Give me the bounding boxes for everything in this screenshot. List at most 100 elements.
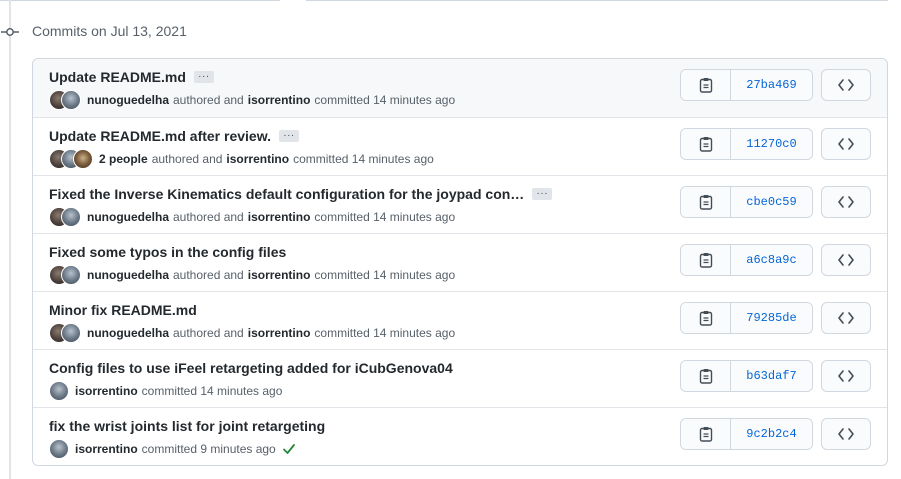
sha-button-group: 79285de xyxy=(680,302,813,334)
tab-underline-right xyxy=(306,0,888,1)
ellipsis-icon[interactable]: ··· xyxy=(193,71,214,83)
commit-title-line: Config files to use iFeel retargeting ad… xyxy=(49,358,453,378)
ellipsis-icon[interactable]: ··· xyxy=(278,130,299,142)
committer-link[interactable]: isorrentino xyxy=(248,326,311,340)
copy-sha-button[interactable] xyxy=(681,361,731,391)
copy-sha-button[interactable] xyxy=(681,187,731,217)
commit-title-link[interactable]: Update README.md after review. xyxy=(49,128,271,144)
sha-button-group: 11270c0 xyxy=(680,128,813,160)
avatar-stack xyxy=(49,90,81,110)
commit-title-line: Minor fix README.md xyxy=(49,300,197,320)
commit-title-line: Fixed some typos in the config files xyxy=(49,242,286,262)
commit-title-link[interactable]: Update README.md xyxy=(49,69,186,85)
commit-author-link[interactable]: nunoguedelha xyxy=(87,268,169,282)
clipboard-icon xyxy=(699,426,713,442)
browse-repository-button[interactable] xyxy=(821,128,871,160)
commit-sha-link[interactable]: 79285de xyxy=(731,303,812,333)
code-icon xyxy=(838,138,854,150)
clipboard-icon xyxy=(699,368,713,384)
clipboard-icon xyxy=(699,252,713,268)
ellipsis-icon[interactable]: ··· xyxy=(532,188,553,200)
avatar-stack xyxy=(49,265,81,285)
commits-date-header: Commits on Jul 13, 2021 xyxy=(32,23,187,39)
commit-row: Fixed the Inverse Kinematics default con… xyxy=(33,175,887,233)
avatar-stack xyxy=(49,207,81,227)
commit-row: Fixed some typos in the config files nun… xyxy=(33,233,887,291)
commit-author-link[interactable]: isorrentino xyxy=(75,442,138,456)
commit-title-link[interactable]: Fixed the Inverse Kinematics default con… xyxy=(49,186,524,202)
authored-text: authored and xyxy=(173,268,244,282)
top-tabs-underline xyxy=(0,0,888,1)
commit-actions: cbe0c59 xyxy=(680,186,871,218)
committed-time: committed 14 minutes ago xyxy=(293,152,434,166)
committer-link[interactable]: isorrentino xyxy=(248,268,311,282)
avatar[interactable] xyxy=(49,439,69,459)
code-icon xyxy=(838,254,854,266)
commit-title-link[interactable]: Minor fix README.md xyxy=(49,302,197,318)
commit-row: fix the wrist joints list for joint reta… xyxy=(33,407,887,465)
committed-time: committed 14 minutes ago xyxy=(141,384,283,398)
browse-repository-button[interactable] xyxy=(821,186,871,218)
copy-sha-button[interactable] xyxy=(681,245,731,275)
commit-row: Minor fix README.md nunoguedelha authored… xyxy=(33,291,887,349)
avatar[interactable] xyxy=(61,207,81,227)
commit-sha-link[interactable]: cbe0c59 xyxy=(731,187,812,217)
commit-title-line: Update README.md ··· xyxy=(49,67,214,87)
commit-meta: nunoguedelha authored and isorrentino commi… xyxy=(49,323,455,343)
sha-button-group: 27ba469 xyxy=(680,69,813,101)
commit-sha-link[interactable]: 27ba469 xyxy=(731,70,812,100)
commit-sha-link[interactable]: b63daf7 xyxy=(731,361,812,391)
committed-time: committed 9 minutes ago xyxy=(141,442,276,456)
browse-repository-button[interactable] xyxy=(821,302,871,334)
copy-sha-button[interactable] xyxy=(681,129,731,159)
commit-author-link[interactable]: 2 people xyxy=(99,152,148,166)
committed-time: committed 14 minutes ago xyxy=(314,326,456,340)
commit-meta: isorrentino committed 14 minutes ago xyxy=(49,381,282,401)
committer-link[interactable]: isorrentino xyxy=(248,93,311,107)
commit-meta: 2 people authored and isorrentino committed… xyxy=(49,149,434,169)
tab-underline-left xyxy=(0,0,280,1)
sha-button-group: 9c2b2c4 xyxy=(680,418,813,450)
commit-sha-link[interactable]: 9c2b2c4 xyxy=(731,419,812,449)
avatar[interactable] xyxy=(61,90,81,110)
avatar[interactable] xyxy=(49,381,69,401)
commit-sha-link[interactable]: 11270c0 xyxy=(731,129,812,159)
commit-actions: 9c2b2c4 xyxy=(680,418,871,450)
copy-sha-button[interactable] xyxy=(681,70,731,100)
commit-row: Update README.md ··· nunoguedelha authore… xyxy=(33,59,887,117)
code-icon xyxy=(838,428,854,440)
commit-author-link[interactable]: nunoguedelha xyxy=(87,210,169,224)
authored-text: authored and xyxy=(151,152,223,166)
committer-link[interactable]: isorrentino xyxy=(248,210,311,224)
commit-title-link[interactable]: Config files to use iFeel retargeting ad… xyxy=(49,360,453,376)
avatar[interactable] xyxy=(61,323,81,343)
commit-row: Update README.md after review. ··· 2 peo… xyxy=(33,117,887,175)
copy-sha-button[interactable] xyxy=(681,419,731,449)
commit-meta: nunoguedelha authored and isorrentino commi… xyxy=(49,207,455,227)
browse-repository-button[interactable] xyxy=(821,244,871,276)
avatar[interactable] xyxy=(61,265,81,285)
commit-row: Config files to use iFeel retargeting ad… xyxy=(33,349,887,407)
commit-title-link[interactable]: Fixed some typos in the config files xyxy=(49,244,286,260)
commit-sha-link[interactable]: a6c8a9c xyxy=(731,245,812,275)
authored-text: authored and xyxy=(173,93,244,107)
committed-time: committed 14 minutes ago xyxy=(314,268,456,282)
check-icon[interactable] xyxy=(282,442,296,456)
commit-author-link[interactable]: isorrentino xyxy=(75,384,138,398)
commit-author-link[interactable]: nunoguedelha xyxy=(87,326,169,340)
commit-author-link[interactable]: nunoguedelha xyxy=(87,93,169,107)
committed-time: committed 14 minutes ago xyxy=(314,210,456,224)
copy-sha-button[interactable] xyxy=(681,303,731,333)
commit-meta: nunoguedelha authored and isorrentino commi… xyxy=(49,265,455,285)
browse-repository-button[interactable] xyxy=(821,418,871,450)
clipboard-icon xyxy=(699,136,713,152)
committed-time: committed 14 minutes ago xyxy=(314,93,456,107)
commit-title-link[interactable]: fix the wrist joints list for joint reta… xyxy=(49,418,325,434)
browse-repository-button[interactable] xyxy=(821,360,871,392)
committer-link[interactable]: isorrentino xyxy=(226,152,289,166)
browse-repository-button[interactable] xyxy=(821,69,871,101)
code-icon xyxy=(838,312,854,324)
commit-meta: isorrentino committed 9 minutes ago xyxy=(49,439,296,459)
commit-actions: 11270c0 xyxy=(680,128,871,160)
avatar[interactable] xyxy=(73,149,93,169)
